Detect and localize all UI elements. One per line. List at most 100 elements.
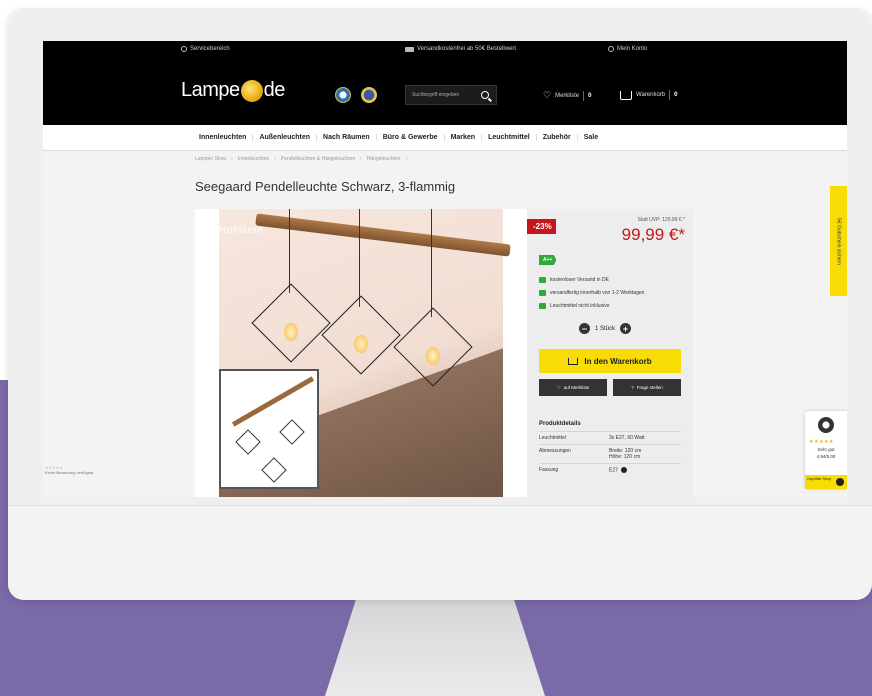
cart-label: Warenkorb (636, 92, 666, 98)
price: 99,99 €* (621, 225, 685, 244)
bulb-glow (354, 335, 368, 353)
divider (583, 90, 585, 101)
review-text: Keine Bewertung verfügbar (45, 470, 94, 475)
top-bar: Servicebereich Versandkostenfrei ab 50€ … (43, 41, 847, 57)
breadcrumb-item[interactable]: Pendelleuchten & Hängeleuchten (281, 156, 355, 162)
bulb-icon (240, 79, 263, 102)
feature-text: Leuchtmittel nicht inklusive (550, 303, 610, 309)
feature-bulb: Leuchtmittel nicht inklusive (539, 303, 609, 309)
lamp-wire (431, 209, 432, 317)
trust-widget[interactable]: ★★★★★ Sehr gut 4,94/5.00 Geprüfter Shop (805, 411, 847, 489)
nav-item-nach-raeumen[interactable]: Nach Räumen (317, 134, 377, 141)
feature-delivery: versandfertig innerhalb von 1-2 Werktage… (539, 290, 644, 296)
cart-icon (620, 90, 632, 100)
main-nav: Innenleuchten Außenleuchten Nach Räumen … (43, 125, 847, 151)
add-to-cart-label: In den Warenkorb (584, 356, 652, 366)
nav-item-buero-gewerbe[interactable]: Büro & Gewerbe (377, 134, 445, 141)
close-icon[interactable] (836, 478, 844, 486)
nav-item-zubehoer[interactable]: Zubehör (537, 134, 578, 141)
logo-text-right: de (263, 79, 286, 101)
quantity-value: 1 Stück (595, 325, 616, 332)
image-brand-label: Hofstein (219, 225, 264, 236)
wishlist-link[interactable]: ♡ Merkliste 0 (543, 90, 591, 101)
bulb-icon (539, 303, 546, 309)
voucher-tab[interactable]: 5€ Gutschein sichern (830, 186, 847, 296)
breadcrumb-separator: › (274, 155, 276, 162)
search-placeholder: Suchbegriff eingeben (412, 92, 460, 98)
wishlist-button-label: auf Merkliste (563, 385, 590, 390)
cart-link[interactable]: Warenkorb 0 (620, 90, 677, 100)
nav-item-marken[interactable]: Marken (445, 134, 483, 141)
details-value: E27 (609, 467, 681, 473)
breadcrumb-separator: › (231, 155, 233, 162)
details-key: Abmessungen (539, 448, 571, 454)
trust-footer-text: Geprüfter Shop (807, 477, 831, 481)
search-input[interactable]: Suchbegriff eingeben (405, 85, 497, 105)
monitor-stand (325, 600, 545, 696)
quantity-stepper: − 1 Stück + (579, 323, 632, 334)
breadcrumb: Lampen Shop › Innenleuchten › Pendelleucht… (43, 151, 847, 166)
old-price: Statt UVP: 129,99 € * (637, 217, 685, 223)
question-button-label: Frage stellen (636, 385, 663, 390)
thumb-lamp (261, 457, 287, 483)
details-heading: Produktdetails (539, 421, 581, 427)
bulb-glow (284, 323, 298, 341)
feature-text: versandfertig innerhalb von 1-2 Werktage… (550, 290, 645, 296)
trusted-shops-icon (818, 417, 834, 433)
nav-item-sale[interactable]: Sale (578, 134, 604, 141)
truck-icon (405, 46, 414, 52)
ask-question-button[interactable]: ? Frage stellen (613, 379, 681, 396)
service-icon (181, 46, 187, 52)
feature-shipping: kostenloser Versand in DE (539, 277, 609, 283)
account-link[interactable]: Mein Konto (608, 46, 647, 52)
review-summary: ★★★★★ Keine Bewertung verfügbar (45, 465, 93, 475)
add-to-wishlist-button[interactable]: ♡ auf Merkliste (539, 379, 607, 396)
details-value: Breite: 120 cm Höhe: 120 cm (609, 448, 642, 460)
truck-icon (539, 277, 546, 283)
site-logo[interactable]: Lampe de (181, 79, 285, 102)
wishlist-count: 0 (588, 92, 592, 99)
add-to-cart-button[interactable]: In den Warenkorb (539, 349, 681, 373)
energy-label[interactable]: A++ (539, 255, 557, 265)
trusted-shops-seal-icon[interactable] (335, 87, 351, 103)
logo-text-left: Lampe (181, 79, 240, 101)
service-link[interactable]: Servicebereich (181, 46, 230, 52)
breadcrumb-separator: › (405, 155, 408, 162)
rating-stars: ★★★★★ (809, 439, 834, 445)
wishlist-label: Merkliste (555, 92, 580, 99)
shipping-info: Versandkostenfrei ab 50€ Bestellwert (405, 46, 516, 52)
browser-screen: Servicebereich Versandkostenfrei ab 50€ … (43, 41, 847, 497)
product-thumbnail[interactable] (219, 369, 319, 489)
details-key: Fassung (539, 467, 559, 473)
shipping-label: Versandkostenfrei ab 50€ Bestellwert (417, 46, 517, 52)
divider (669, 90, 671, 100)
info-icon[interactable] (620, 467, 627, 473)
cart-icon (568, 357, 579, 365)
breadcrumb-item[interactable]: Innenleuchten (238, 156, 269, 162)
quality-seal-icon[interactable] (361, 87, 377, 103)
lamp-wire (359, 209, 360, 307)
discount-badge: -23% (527, 219, 556, 234)
user-icon (608, 46, 614, 52)
nav-item-leuchtmittel[interactable]: Leuchtmittel (482, 134, 537, 141)
nav-item-innenleuchten[interactable]: Innenleuchten (193, 134, 254, 141)
search-icon[interactable] (481, 91, 489, 99)
calendar-icon (539, 290, 546, 296)
wood-beam (255, 213, 511, 257)
breadcrumb-item[interactable]: Lampen Shop (195, 156, 226, 162)
bulb-glow (426, 347, 440, 365)
details-value: 3x E27, 60 Watt (609, 435, 645, 441)
plus-button[interactable]: + (620, 323, 632, 334)
details-row: Abmessungen Breite: 120 cm Höhe: 120 cm (539, 444, 681, 463)
product-details: Produktdetails Leuchtmittel 3x E27, 60 W… (539, 421, 681, 476)
minus-button[interactable]: − (579, 323, 590, 334)
breadcrumb-separator: › (360, 155, 362, 162)
breadcrumb-item[interactable]: Hängeleuchten (367, 156, 401, 162)
cart-count: 0 (674, 92, 678, 98)
nav-item-aussenleuchten[interactable]: Außenleuchten (253, 134, 318, 141)
thumb-beam (231, 376, 315, 427)
details-key: Leuchtmittel (539, 435, 566, 441)
site-header: Lampe de Suchbegriff eingeben ♡ Merklist… (43, 57, 847, 125)
account-label: Mein Konto (617, 46, 648, 52)
question-icon: ? (631, 385, 634, 390)
